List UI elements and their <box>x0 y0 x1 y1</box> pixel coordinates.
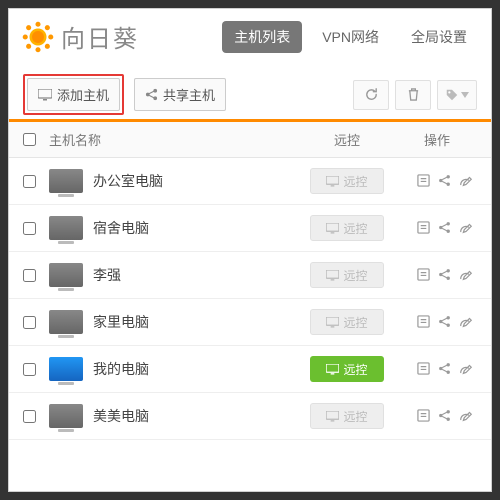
settings-icon[interactable] <box>459 221 473 235</box>
add-host-highlight: 添加主机 <box>23 74 124 115</box>
remote-control-button[interactable]: 远控 <box>310 356 384 382</box>
host-name: 办公室电脑 <box>93 171 163 191</box>
host-thumbnail <box>49 310 83 334</box>
row-actions <box>397 315 477 329</box>
row-actions <box>397 268 477 282</box>
host-name: 美美电脑 <box>93 406 149 426</box>
row-checkbox[interactable] <box>23 363 36 376</box>
row-checkbox[interactable] <box>23 410 36 423</box>
share-icon[interactable] <box>438 409 451 422</box>
monitor-icon <box>38 89 52 101</box>
host-thumbnail <box>49 357 83 381</box>
remote-control-button: 远控 <box>310 215 384 241</box>
row-checkbox[interactable] <box>23 269 36 282</box>
monitor-icon <box>326 270 339 281</box>
add-host-label: 添加主机 <box>57 85 109 104</box>
col-name-header: 主机名称 <box>49 130 297 149</box>
host-name: 我的电脑 <box>93 359 149 379</box>
details-icon[interactable] <box>417 409 430 422</box>
nav-vpn[interactable]: VPN网络 <box>310 21 391 53</box>
share-icon[interactable] <box>438 221 451 234</box>
caret-down-icon <box>461 92 469 98</box>
monitor-icon <box>326 364 339 375</box>
row-actions <box>397 221 477 235</box>
toolbar-right <box>353 80 477 110</box>
remote-label: 远控 <box>343 267 367 284</box>
remote-label: 远控 <box>343 361 367 378</box>
app-window: 向日葵 主机列表 VPN网络 全局设置 添加主机 共享主机 <box>8 8 492 492</box>
remote-control-button: 远控 <box>310 309 384 335</box>
table-row: 家里电脑 远控 <box>9 299 491 346</box>
row-actions <box>397 174 477 188</box>
share-icon[interactable] <box>438 362 451 375</box>
details-icon[interactable] <box>417 362 430 375</box>
host-name: 宿舍电脑 <box>93 218 149 238</box>
share-host-label: 共享主机 <box>163 85 215 104</box>
monitor-icon <box>326 317 339 328</box>
table-row: 我的电脑 远控 <box>9 346 491 393</box>
settings-icon[interactable] <box>459 362 473 376</box>
table-row: 宿舍电脑 远控 <box>9 205 491 252</box>
host-thumbnail <box>49 216 83 240</box>
row-checkbox[interactable] <box>23 316 36 329</box>
remote-control-button: 远控 <box>310 403 384 429</box>
host-thumbnail <box>49 263 83 287</box>
settings-icon[interactable] <box>459 409 473 423</box>
add-host-button[interactable]: 添加主机 <box>27 78 120 111</box>
details-icon[interactable] <box>417 221 430 234</box>
table-row: 办公室电脑 远控 <box>9 158 491 205</box>
share-host-button[interactable]: 共享主机 <box>134 78 226 111</box>
settings-icon[interactable] <box>459 268 473 282</box>
col-remote-header: 远控 <box>297 130 397 149</box>
details-icon[interactable] <box>417 268 430 281</box>
table-row: 李强 远控 <box>9 252 491 299</box>
row-checkbox[interactable] <box>23 222 36 235</box>
table-row: 美美电脑 远控 <box>9 393 491 440</box>
refresh-button[interactable] <box>353 80 389 110</box>
remote-label: 远控 <box>343 220 367 237</box>
select-all-checkbox[interactable] <box>23 133 36 146</box>
details-icon[interactable] <box>417 174 430 187</box>
share-icon[interactable] <box>438 174 451 187</box>
remote-label: 远控 <box>343 314 367 331</box>
host-thumbnail <box>49 404 83 428</box>
sunflower-icon <box>21 20 55 54</box>
delete-button[interactable] <box>395 80 431 110</box>
details-icon[interactable] <box>417 315 430 328</box>
settings-icon[interactable] <box>459 174 473 188</box>
header: 向日葵 主机列表 VPN网络 全局设置 <box>9 9 491 64</box>
row-actions <box>397 409 477 423</box>
table-header: 主机名称 远控 操作 <box>9 122 491 158</box>
remote-control-button: 远控 <box>310 168 384 194</box>
nav-hosts[interactable]: 主机列表 <box>222 21 302 53</box>
tag-icon <box>445 88 459 102</box>
monitor-icon <box>326 411 339 422</box>
host-name: 家里电脑 <box>93 312 149 332</box>
nav-settings[interactable]: 全局设置 <box>399 21 479 53</box>
host-name: 李强 <box>93 265 121 285</box>
share-icon[interactable] <box>438 268 451 281</box>
host-list: 办公室电脑远控宿舍电脑远控李强远控家里电脑远控我的电脑远控美美电脑远控 <box>9 158 491 491</box>
refresh-icon <box>364 87 379 102</box>
monitor-icon <box>326 223 339 234</box>
remote-control-button: 远控 <box>310 262 384 288</box>
toolbar: 添加主机 共享主机 <box>9 64 491 122</box>
remote-label: 远控 <box>343 408 367 425</box>
app-name: 向日葵 <box>61 19 139 54</box>
col-actions-header: 操作 <box>397 130 477 149</box>
monitor-icon <box>326 176 339 187</box>
share-icon <box>145 88 158 101</box>
settings-icon[interactable] <box>459 315 473 329</box>
tag-dropdown[interactable] <box>437 80 477 110</box>
trash-icon <box>407 87 420 102</box>
row-actions <box>397 362 477 376</box>
share-icon[interactable] <box>438 315 451 328</box>
remote-label: 远控 <box>343 173 367 190</box>
logo: 向日葵 <box>21 19 139 54</box>
row-checkbox[interactable] <box>23 175 36 188</box>
host-thumbnail <box>49 169 83 193</box>
